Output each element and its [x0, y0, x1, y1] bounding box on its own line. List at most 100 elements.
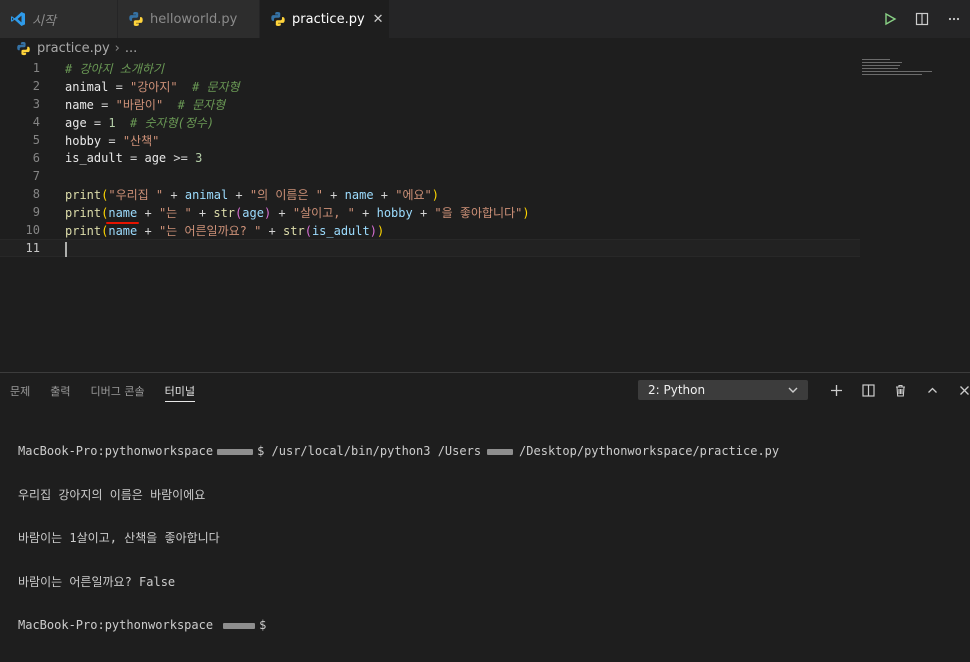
code-line[interactable]: 2 animal = "강아지" # 문자형 [0, 77, 860, 95]
code-token: animal [65, 79, 109, 94]
code-token: age [144, 151, 167, 165]
code-text: print(name + "는 어른일까요? " + str(is_adult)… [65, 222, 384, 239]
code-token: print [65, 205, 102, 220]
terminal-prompt-line: MacBook-Pro:pythonworkspace $ [18, 618, 779, 633]
python-icon [16, 41, 31, 56]
tab-label: practice.py [292, 11, 365, 27]
split-editor-icon[interactable] [906, 12, 938, 26]
maximize-panel-icon[interactable] [916, 384, 948, 397]
tab-terminal[interactable]: 터미널 [164, 381, 195, 402]
code-token: "강아지" [130, 79, 178, 94]
code-line[interactable]: 8 print("우리집 " + animal + "의 이름은 " + name… [0, 185, 860, 203]
close-icon[interactable]: ✕ [373, 12, 384, 27]
line-number: 6 [32, 151, 40, 165]
redacted-username [223, 622, 256, 629]
code-token: # 강아지 소개하기 [65, 61, 164, 76]
code-text: name = "바람이" # 문자형 [65, 96, 225, 113]
code-token: animal [184, 187, 229, 202]
breadcrumb-separator: › [114, 40, 120, 56]
code-line[interactable]: 3 name = "바람이" # 문자형 [0, 95, 860, 113]
code-token: # 숫자형(정수) [115, 115, 215, 130]
code-token: hobby [376, 205, 413, 220]
code-token: name [344, 187, 374, 202]
terminal-output[interactable]: MacBook-Pro:pythonworkspace $ /usr/local/… [18, 415, 779, 662]
code-text: hobby = "산책" [65, 132, 159, 149]
new-terminal-icon[interactable] [820, 384, 852, 397]
prompt-symbol: $ [259, 618, 267, 632]
code-token: + [354, 205, 377, 220]
code-text: is_adult = age >= 3 [65, 151, 202, 165]
line-number: 10 [25, 223, 40, 237]
code-text: print(name + "는 " + str(age) + "살이고, " +… [65, 204, 530, 221]
command-path: /Desktop/pythonworkspace/practice.py [519, 444, 780, 458]
code-token: print [65, 223, 102, 238]
code-token: hobby [65, 133, 102, 148]
tab-practice[interactable]: practice.py ✕ [260, 0, 390, 38]
code-line[interactable]: 5 hobby = "산책" [0, 131, 860, 149]
code-line[interactable]: 9 print(name + "는 " + str(age) + "살이고, " … [0, 203, 860, 221]
code-line[interactable]: 1 # 강아지 소개하기 [0, 59, 860, 77]
redacted-username [487, 448, 514, 455]
line-number: 8 [32, 187, 40, 201]
line-number: 4 [32, 115, 40, 129]
code-token: = [101, 133, 123, 148]
code-token: = [108, 79, 131, 94]
python-icon [128, 11, 144, 27]
code-token: name [65, 97, 94, 112]
tab-debug-console[interactable]: 디버그 콘솔 [91, 381, 145, 401]
tab-output[interactable]: 출력 [50, 381, 70, 401]
line-number: 3 [32, 97, 40, 111]
prompt-host: MacBook-Pro:pythonworkspace [18, 618, 214, 632]
split-terminal-icon[interactable] [852, 383, 884, 397]
breadcrumb: practice.py › ... [0, 38, 970, 58]
python-icon [270, 11, 286, 27]
code-token: # 문자형 [177, 79, 240, 94]
prompt-host: MacBook-Pro:pythonworkspace [18, 444, 214, 458]
code-token: + [163, 187, 185, 202]
tab-welcome[interactable]: 시작 [0, 0, 118, 38]
close-panel-icon[interactable] [948, 384, 970, 397]
code-token: + [261, 223, 284, 238]
code-token: age [65, 115, 87, 130]
code-line[interactable]: 7 [0, 167, 860, 185]
code-token: + [228, 187, 250, 202]
trash-icon[interactable] [884, 384, 916, 397]
more-actions-icon[interactable] [938, 12, 970, 26]
terminal-select[interactable]: 2: Python [638, 380, 808, 400]
line-number: 7 [32, 169, 40, 183]
code-token: "산책" [122, 133, 160, 148]
chevron-down-icon [787, 384, 799, 399]
code-token: = [93, 97, 116, 112]
code-token: # 문자형 [163, 97, 226, 112]
code-token: "우리집 " [108, 187, 164, 202]
code-token: + [373, 187, 396, 202]
code-line[interactable]: 10 print(name + "는 어른일까요? " + str(is_adul… [0, 221, 860, 239]
command-text: $ /usr/local/bin/python3 /Users [257, 444, 482, 458]
terminal-select-value: 2: Python [648, 383, 706, 397]
minimap[interactable] [862, 59, 942, 81]
run-icon[interactable] [874, 12, 906, 26]
panel-actions [820, 379, 970, 401]
code-token: "살이고, " [292, 205, 355, 220]
code-token: str [283, 223, 305, 238]
code-token: str [213, 205, 236, 220]
line-number: 5 [32, 133, 40, 147]
breadcrumb-symbols[interactable]: ... [125, 41, 137, 56]
code-token: + [412, 205, 435, 220]
code-line[interactable]: 11 [0, 239, 860, 257]
code-text: age = 1 # 숫자형(정수) [65, 114, 214, 131]
code-token: "을 좋아합니다" [434, 205, 523, 220]
code-line[interactable]: 6 is_adult = age >= 3 [0, 149, 860, 167]
code-token: ) [369, 223, 377, 238]
tab-label: 시작 [32, 13, 56, 29]
breadcrumb-file[interactable]: practice.py [37, 41, 110, 56]
code-token: print [65, 187, 102, 202]
line-number: 2 [32, 79, 40, 93]
code-token: "는 " [158, 205, 192, 220]
code-editor[interactable]: 1 # 강아지 소개하기 2 animal = "강아지" # 문자형 3 name = … [0, 58, 970, 372]
code-token: is_adult [65, 151, 123, 165]
tab-problems[interactable]: 문제 [10, 381, 30, 401]
tab-helloworld[interactable]: helloworld.py [118, 0, 260, 38]
code-line[interactable]: 4 age = 1 # 숫자형(정수) [0, 113, 860, 131]
bottom-panel: 문제 출력 디버그 콘솔 터미널 2: Python MacBook-Pro:p… [0, 372, 970, 632]
